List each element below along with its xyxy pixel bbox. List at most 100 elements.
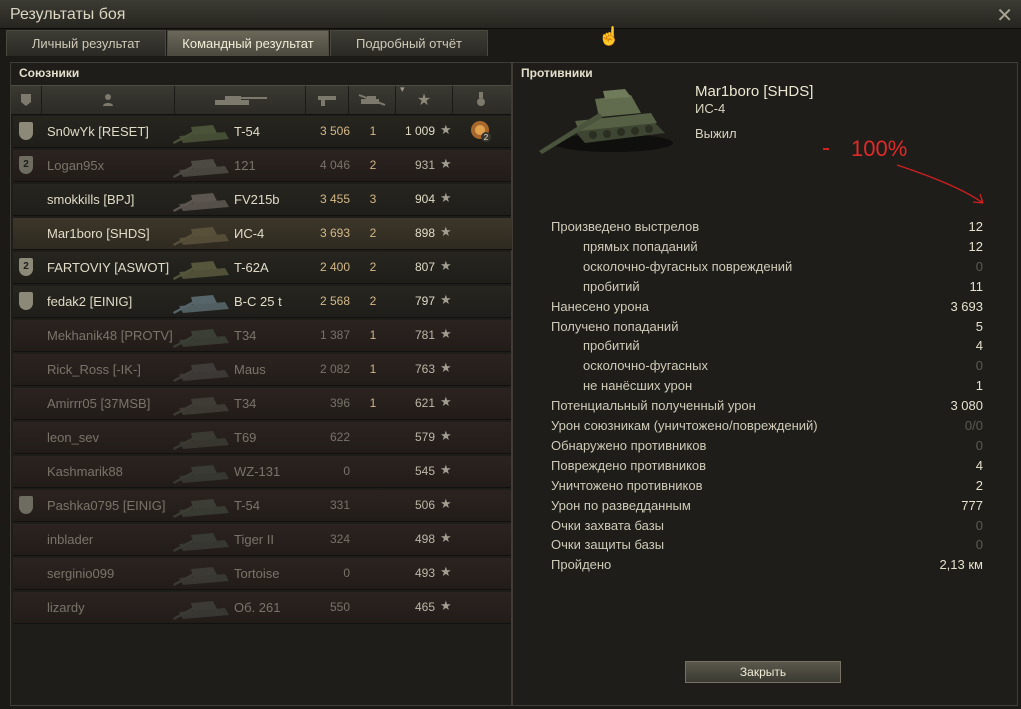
ally-xp: 931 xyxy=(414,158,435,172)
stat-row: осколочно-фугасных повреждений 0 xyxy=(551,257,983,276)
ally-player-name: inblader xyxy=(47,532,94,547)
ally-kills: 3 xyxy=(369,192,377,206)
ally-row[interactable]: Pashka0795 [EINIG] T-54 331 506 ★ xyxy=(13,490,511,522)
ally-xp: 621 xyxy=(414,396,435,410)
stat-label: Уничтожено противников xyxy=(551,477,703,493)
xp-star-icon[interactable]: ▾ ★ xyxy=(396,84,453,114)
damage-icon[interactable] xyxy=(306,86,349,114)
ally-xp: 545 xyxy=(414,464,435,478)
stat-row: прямых попаданий 12 xyxy=(551,237,983,256)
ally-row[interactable]: serginio099 Tortoise 0 493 ★ xyxy=(13,558,511,590)
tab-team-result[interactable]: Командный результат xyxy=(167,30,329,56)
ally-row[interactable]: Kashmarik88 WZ-131 0 545 ★ xyxy=(13,456,511,488)
ally-row[interactable]: Amirrr05 [37MSB] T34 396 1 621 ★ xyxy=(13,388,511,420)
ally-damage: 396 xyxy=(329,396,350,410)
tank-icon[interactable] xyxy=(175,86,306,114)
ally-damage: 1 387 xyxy=(319,328,350,342)
ally-xp: 493 xyxy=(414,566,435,580)
stat-row: не нанёсших урон 1 xyxy=(551,376,983,395)
ally-row[interactable]: 2 Logan95x 121 4 046 2 931 ★ xyxy=(13,150,511,182)
ally-row[interactable]: Mekhanik48 [PROTV] T34 1 387 1 781 ★ xyxy=(13,320,511,352)
ally-kills: 2 xyxy=(369,260,377,274)
stat-value: 777 xyxy=(961,497,983,513)
medal-icon[interactable] xyxy=(453,86,509,114)
tab-personal-result[interactable]: Личный результат xyxy=(6,30,166,56)
ally-row[interactable]: Mar1boro [SHDS] ИС-4 3 693 2 898 ★ xyxy=(13,218,513,250)
platoon-badge-icon: 2 xyxy=(19,156,33,174)
xp-star-icon: ★ xyxy=(440,190,452,205)
stat-row: осколочно-фугасных 0 xyxy=(551,356,983,375)
close-icon[interactable]: ✕ xyxy=(996,3,1013,28)
ally-row[interactable]: smokkills [BPJ] FV215b 3 455 3 904 ★ xyxy=(13,184,511,216)
ally-row[interactable]: fedak2 [EINIG] B-C 25 t 2 568 2 797 ★ xyxy=(13,286,511,318)
ally-vehicle-name: 121 xyxy=(234,158,256,173)
player-icon[interactable] xyxy=(42,86,175,114)
ally-tank-icon xyxy=(173,567,229,586)
xp-star-icon: ★ xyxy=(440,462,452,477)
tab-bar: Личный результат Командный результат Под… xyxy=(6,30,1016,56)
ally-damage: 3 506 xyxy=(319,124,350,138)
close-button[interactable]: Закрыть xyxy=(685,661,841,683)
ally-row[interactable]: leon_sev T69 622 579 ★ xyxy=(13,422,511,454)
stat-value: 4 xyxy=(975,457,983,473)
stat-value: 0 xyxy=(975,537,983,553)
stat-label: не нанёсших урон xyxy=(583,378,693,394)
ally-tank-icon xyxy=(173,227,229,246)
stat-value: 3 080 xyxy=(950,398,983,414)
annotation-dash xyxy=(823,148,829,150)
ally-player-name: serginio099 xyxy=(47,566,115,581)
stat-label: Обнаружено противников xyxy=(551,437,707,453)
tab-detailed-report[interactable]: Подробный отчёт xyxy=(330,30,488,56)
ally-vehicle-name: T69 xyxy=(234,430,257,445)
stat-label: Урон союзникам (уничтожено/повреждений) xyxy=(551,418,818,433)
ally-xp: 904 xyxy=(414,192,435,206)
ally-damage: 3 455 xyxy=(319,192,350,206)
ally-vehicle-name: T34 xyxy=(234,396,257,411)
stat-label: Пройдено xyxy=(551,557,612,573)
ally-kills: 1 xyxy=(369,328,377,342)
ally-player-name: Mar1boro [SHDS] xyxy=(47,226,150,241)
tank-portrait-image xyxy=(539,89,673,154)
sort-arrow-icon: ▾ xyxy=(400,84,405,94)
ally-tank-icon xyxy=(173,295,229,314)
achievement-medal-icon[interactable]: 2 xyxy=(469,119,493,143)
stat-row: Потенциальный полученный урон 3 080 xyxy=(551,396,983,415)
enemy-vehicle-name: ИС-4 xyxy=(695,101,726,116)
kills-icon[interactable] xyxy=(349,86,396,114)
ally-damage: 3 693 xyxy=(319,226,350,240)
xp-star-icon: ★ xyxy=(440,598,452,613)
ally-xp: 781 xyxy=(414,328,435,342)
platoon-badge-icon xyxy=(19,292,33,310)
stat-label: пробитий xyxy=(583,338,640,354)
stat-value: 0/0 xyxy=(964,418,983,433)
xp-star-icon: ★ xyxy=(440,258,452,273)
annotation-arrow-icon xyxy=(896,164,984,204)
ally-vehicle-name: Maus xyxy=(234,362,266,377)
ally-row[interactable]: Sn0wYk [RESET] T-54 3 506 1 1 009 ★ 2 xyxy=(13,116,511,148)
ally-row[interactable]: lizardy Об. 261 550 465 ★ xyxy=(13,592,511,624)
ally-damage: 324 xyxy=(329,532,350,546)
ally-vehicle-name: B-C 25 t xyxy=(234,294,282,309)
ally-row[interactable]: Rick_Ross [-IK-] Maus 2 082 1 763 ★ xyxy=(13,354,511,386)
ally-player-name: Kashmarik88 xyxy=(47,464,123,479)
ally-tank-icon xyxy=(173,193,229,212)
ally-kills: 1 xyxy=(369,396,377,410)
ally-row[interactable]: 2 FARTOVIY [ASWOT] T-62A 2 400 2 807 ★ xyxy=(13,252,511,284)
window-title: Результаты боя xyxy=(10,6,126,23)
stat-label: прямых попаданий xyxy=(583,238,698,254)
platoon-icon[interactable] xyxy=(11,86,42,114)
stat-value: 5 xyxy=(975,318,983,334)
ally-tank-icon xyxy=(173,465,229,484)
ally-damage: 2 568 xyxy=(319,294,350,308)
ally-player-name: Rick_Ross [-IK-] xyxy=(47,362,141,377)
ally-damage: 4 046 xyxy=(319,158,350,172)
stat-row: Повреждено противников 4 xyxy=(551,456,983,475)
ally-player-name: Pashka0795 [EINIG] xyxy=(47,498,166,513)
platoon-badge-icon xyxy=(19,496,33,514)
xp-star-icon: ★ xyxy=(440,224,452,239)
ally-tank-icon xyxy=(173,363,229,382)
stat-row: Обнаружено противников 0 xyxy=(551,436,983,455)
stat-label: Очки защиты базы xyxy=(551,537,665,553)
stat-value: 1 xyxy=(975,378,983,394)
ally-row[interactable]: inblader Tiger II 324 498 ★ xyxy=(13,524,511,556)
